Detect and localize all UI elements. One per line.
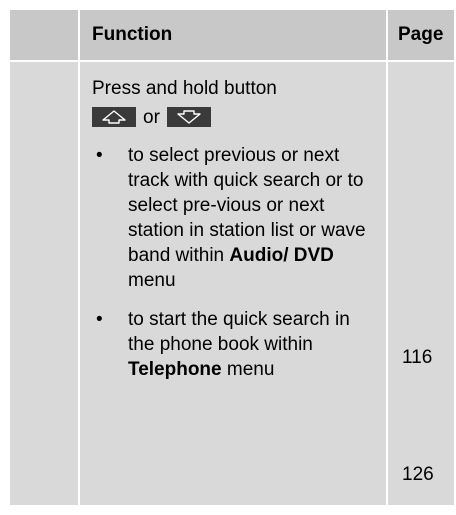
table-body-row: Press and hold button or • to select pre… — [10, 62, 456, 505]
page-header: Page — [398, 24, 444, 45]
item-text-part: menu — [221, 359, 275, 380]
bullet-icon: • — [96, 145, 103, 166]
down-arrow-key-icon — [166, 107, 211, 127]
item-text-part: to start the quick search in the phone b… — [128, 309, 350, 355]
item-text-part: menu — [128, 270, 176, 291]
bullet-icon: • — [96, 309, 103, 330]
header-page-cell: Page — [388, 10, 454, 60]
list-item-text: to select previous or next track with qu… — [128, 143, 374, 293]
body-left-cell — [10, 62, 80, 505]
item-bold-text: Audio/ DVD — [229, 245, 334, 266]
list-item: • to start the quick search in the phone… — [92, 307, 374, 382]
page-number: 116 — [402, 347, 433, 368]
item-bold-text: Telephone — [128, 359, 222, 380]
list-item: • to select previous or next track with … — [92, 143, 374, 293]
intro-text: Press and hold button — [92, 78, 277, 99]
body-page-cell: 116 126 — [388, 62, 454, 505]
table-header-row: Function Page — [10, 10, 456, 62]
header-left-cell — [10, 10, 80, 60]
page-number: 126 — [402, 464, 434, 485]
function-header: Function — [92, 24, 173, 45]
up-arrow-key-icon — [92, 107, 136, 127]
function-table: Function Page Press and hold button or •… — [10, 10, 456, 505]
body-function-cell: Press and hold button or • to select pre… — [80, 62, 388, 505]
header-function-cell: Function — [80, 10, 388, 60]
or-text: or — [143, 106, 160, 128]
button-line: or — [92, 105, 374, 129]
list-item-text: to start the quick search in the phone b… — [128, 307, 374, 382]
